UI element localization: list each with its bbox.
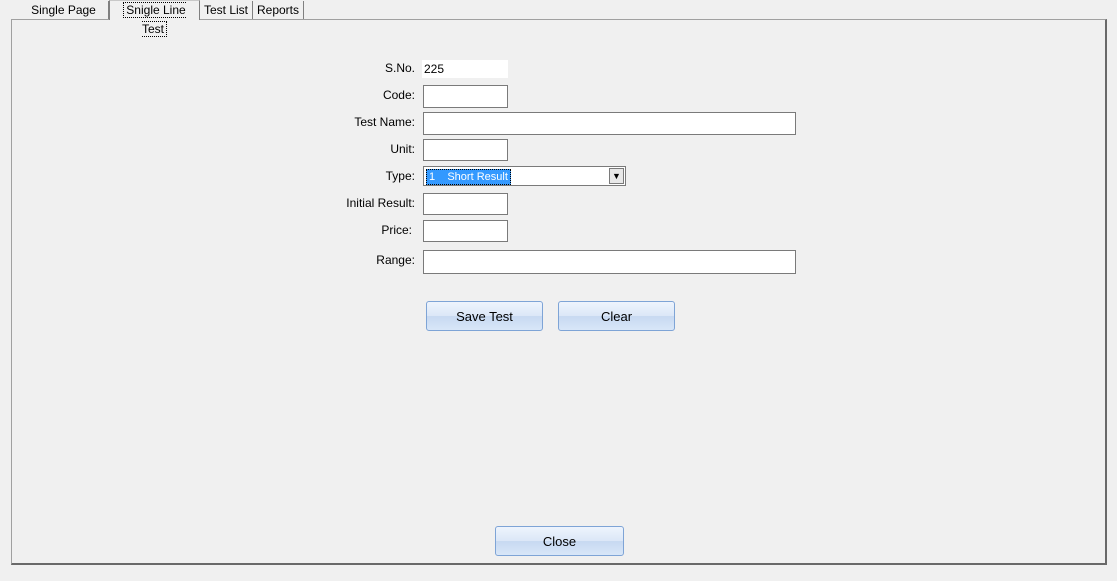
range-input[interactable]: [423, 250, 796, 274]
tab-strip: Single Page Test Snigle Line Test Test L…: [0, 0, 1117, 37]
price-label: Price:: [381, 223, 412, 237]
tab-label: Reports: [256, 3, 300, 17]
clear-button[interactable]: Clear: [558, 301, 675, 331]
save-test-button[interactable]: Save Test: [426, 301, 543, 331]
sno-label: S.No.: [384, 61, 415, 75]
sno-value: 225: [422, 60, 508, 78]
type-selected-value: 1 Short Result: [426, 169, 511, 185]
price-input[interactable]: [423, 220, 508, 242]
tab-label: Test List: [203, 3, 248, 17]
code-label: Code:: [382, 88, 415, 102]
tab-single-line-test[interactable]: Snigle Line Test: [109, 0, 200, 37]
type-select[interactable]: 1 Short Result ▼: [423, 166, 626, 186]
unit-label: Unit:: [390, 142, 415, 156]
close-button[interactable]: Close: [495, 526, 624, 556]
tab-single-page-test[interactable]: Single Page Test: [19, 1, 109, 35]
code-input[interactable]: [423, 85, 508, 108]
tab-reports[interactable]: Reports: [253, 1, 304, 19]
unit-input[interactable]: [423, 139, 508, 161]
initial-result-input[interactable]: [423, 193, 508, 215]
initial-result-label: Initial Result:: [346, 196, 415, 210]
range-label: Range:: [376, 253, 415, 267]
tab-test-list[interactable]: Test List: [200, 1, 253, 19]
tab-panel: [11, 19, 1107, 565]
chevron-down-icon[interactable]: ▼: [609, 168, 624, 184]
test-name-input[interactable]: [423, 112, 796, 135]
type-label: Type:: [385, 169, 415, 183]
test-name-label: Test Name:: [354, 115, 415, 129]
